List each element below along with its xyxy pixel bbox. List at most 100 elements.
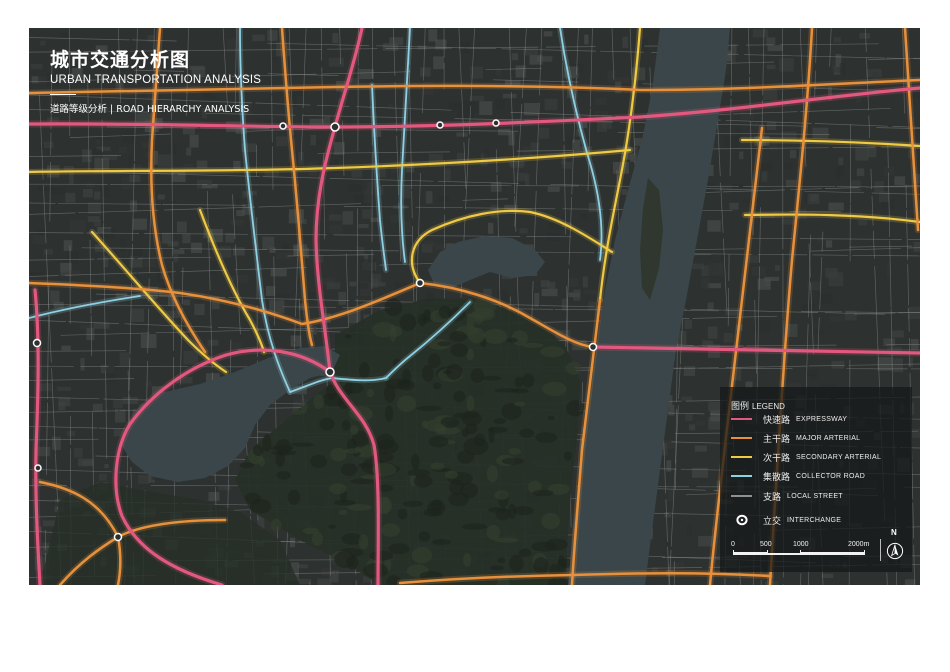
local-street-swatch: [731, 494, 752, 498]
city-block: [67, 431, 76, 437]
city-block: [31, 76, 39, 84]
city-block: [69, 219, 86, 233]
interchange-marker: [588, 342, 598, 352]
city-block: [894, 176, 906, 186]
forest-patch: [385, 405, 394, 422]
city-block: [366, 182, 375, 195]
city-block: [807, 193, 820, 205]
city-block: [424, 240, 435, 247]
city-block: [573, 289, 581, 301]
city-block: [913, 242, 920, 252]
city-block: [707, 302, 714, 311]
city-block: [519, 228, 528, 234]
forest-patch: [428, 353, 441, 369]
city-block: [721, 249, 726, 260]
legend-title: 图例 LEGEND: [731, 394, 785, 413]
city-block: [349, 281, 357, 287]
forest-patch: [493, 418, 507, 425]
map-subtitle: 道路等级分析 | ROAD HIERARCHY ANALYSIS: [50, 104, 250, 115]
forest-patch: [276, 471, 291, 480]
city-block: [710, 410, 721, 422]
forest-patch: [522, 373, 535, 388]
city-block: [754, 320, 770, 332]
city-block: [457, 110, 474, 119]
forest-patch: [450, 343, 469, 358]
forest-patch: [358, 463, 372, 468]
legend-label-en: MAJOR ARTERIAL: [796, 434, 861, 442]
city-block: [696, 421, 705, 426]
city-block: [233, 247, 245, 256]
city-block: [81, 460, 94, 466]
title-block: 城市交通分析图 URBAN TRANSPORTATION ANALYSIS 道路…: [50, 48, 261, 116]
city-block: [855, 147, 869, 161]
forest-patch: [449, 331, 467, 342]
city-block: [119, 352, 131, 366]
forest-patch: [486, 465, 499, 483]
city-block: [141, 142, 150, 148]
city-block: [729, 202, 739, 210]
city-block: [765, 279, 770, 286]
legend-item-local-street: 支路 LOCAL STREET: [731, 490, 843, 503]
city-block: [700, 278, 710, 289]
city-block: [784, 162, 793, 170]
city-block: [540, 280, 550, 288]
forest-patch: [564, 451, 572, 461]
city-block: [94, 191, 101, 200]
forest-patch: [437, 341, 451, 347]
city-block: [595, 98, 607, 106]
north-arrow-icon: [886, 542, 904, 564]
city-block: [57, 386, 71, 391]
city-block: [83, 189, 93, 198]
city-block: [850, 180, 861, 192]
legend-item-expressway: 快速路 EXPRESSWAY: [731, 413, 848, 426]
city-block: [189, 134, 199, 148]
forest-patch: [434, 423, 447, 435]
forest-patch: [402, 500, 424, 507]
city-block: [707, 220, 721, 232]
city-block: [839, 62, 846, 76]
city-block: [63, 240, 73, 251]
city-block: [176, 221, 187, 233]
city-block: [490, 181, 502, 192]
local-street: [415, 206, 464, 209]
city-block: [388, 103, 394, 109]
city-block: [173, 251, 179, 262]
city-block: [42, 520, 56, 527]
forest-patch: [541, 512, 560, 530]
city-block: [459, 41, 471, 54]
interchange-marker: [279, 122, 287, 130]
forest-patch: [494, 537, 519, 543]
forest-patch: [416, 405, 442, 411]
city-block: [568, 278, 579, 287]
forest-patch: [270, 518, 282, 532]
city-block: [694, 445, 707, 452]
map-title-cn: 城市交通分析图: [50, 49, 191, 71]
city-block: [360, 259, 376, 273]
city-block: [326, 282, 341, 290]
city-block: [630, 153, 637, 162]
city-block: [132, 218, 147, 230]
city-block: [51, 436, 61, 450]
title-divider: [50, 94, 76, 95]
city-block: [37, 76, 48, 84]
city-block: [298, 578, 312, 585]
forest-patch: [338, 509, 348, 516]
forest-patch: [433, 382, 442, 390]
legend-label-en: EXPRESSWAY: [796, 415, 848, 423]
city-block: [58, 397, 71, 407]
map-title-en: URBAN TRANSPORTATION ANALYSIS: [50, 74, 262, 86]
city-block: [32, 235, 45, 245]
city-block: [230, 219, 244, 226]
city-block: [815, 329, 824, 335]
city-block: [761, 171, 768, 182]
city-block: [810, 374, 818, 380]
city-block: [438, 195, 450, 202]
expressway-swatch: [731, 417, 752, 421]
legend-label-en: LOCAL STREET: [787, 492, 843, 500]
city-block: [40, 40, 46, 46]
forest-patch: [411, 547, 433, 564]
city-block: [879, 191, 889, 202]
forest-patch: [430, 462, 445, 470]
forest-patch: [473, 314, 484, 324]
city-block: [86, 182, 95, 188]
